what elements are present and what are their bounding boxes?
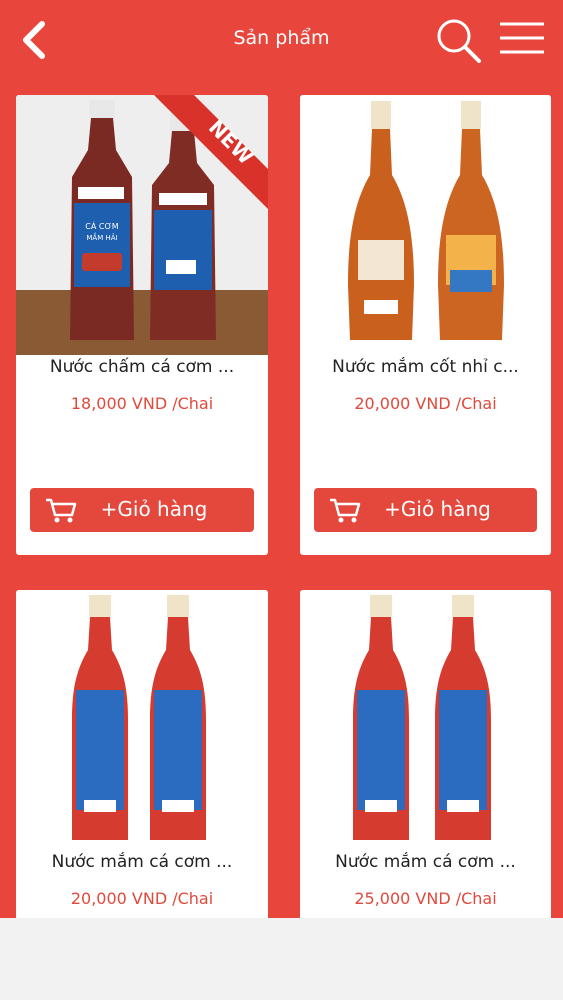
add-to-cart-button[interactable]: +Giỏ hàng	[314, 488, 537, 532]
product-name: Nước mắm cá cơm ...	[51, 852, 233, 872]
menu-button[interactable]	[496, 18, 548, 58]
product-image	[300, 590, 551, 850]
product-card[interactable]: CÁ CƠM MẮM HẢI NEW Nước chấm cá cơm ... …	[16, 95, 268, 555]
svg-text:CÁ CƠM: CÁ CƠM	[85, 220, 118, 231]
search-button[interactable]	[434, 16, 482, 64]
product-name: Nước chấm cá cơm ...	[49, 357, 235, 377]
product-price: 18,000 VND /Chai	[70, 394, 214, 413]
product-name: Nước mắm cốt nhỉ c...	[332, 357, 519, 377]
add-to-cart-label: +Giỏ hàng	[384, 497, 491, 521]
bottom-bar	[0, 918, 563, 1000]
add-to-cart-button[interactable]: +Giỏ hàng	[30, 488, 254, 532]
app-header: Sản phẩm	[0, 0, 563, 80]
product-image: CÁ CƠM MẮM HẢI NEW	[16, 95, 268, 355]
chevron-left-icon	[23, 21, 45, 59]
product-price: 20,000 VND /Chai	[354, 394, 497, 413]
add-to-cart-label: +Giỏ hàng	[100, 497, 208, 521]
product-card[interactable]: Nước mắm cá cơm ... 20,000 VND /Chai	[16, 590, 268, 930]
back-button[interactable]	[14, 18, 54, 62]
product-price: 20,000 VND /Chai	[70, 889, 214, 908]
product-price: 25,000 VND /Chai	[354, 889, 497, 908]
product-card[interactable]: Nước mắm cá cơm ... 25,000 VND /Chai	[300, 590, 551, 930]
product-image	[300, 95, 551, 355]
product-image	[16, 590, 268, 850]
search-icon	[437, 19, 481, 63]
svg-text:MẮM HẢI: MẮM HẢI	[86, 232, 117, 242]
hamburger-menu-icon	[500, 22, 544, 54]
product-card[interactable]: Nước mắm cốt nhỉ c... 20,000 VND /Chai +…	[300, 95, 551, 555]
product-name: Nước mắm cá cơm ...	[335, 852, 516, 872]
